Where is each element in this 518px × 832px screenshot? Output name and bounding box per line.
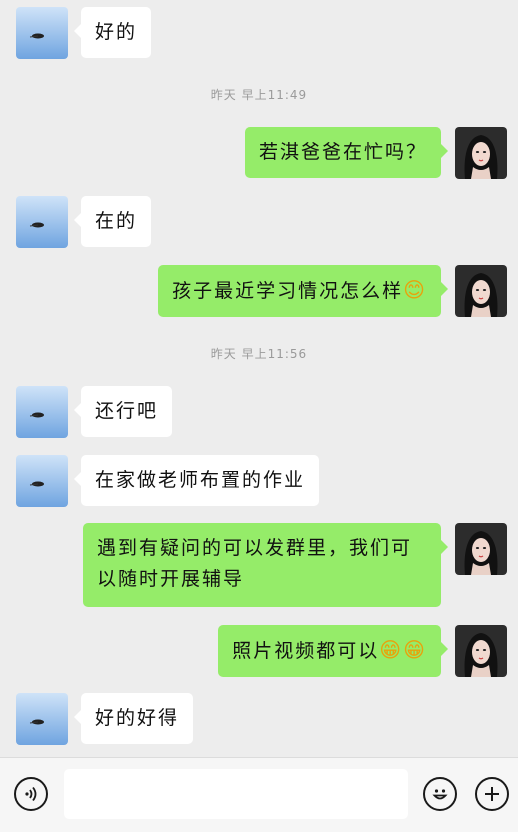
message-bubble[interactable]: 在家做老师布置的作业: [73, 455, 320, 506]
message-bubble[interactable]: 照片视频都可以😁😁: [218, 625, 448, 677]
timestamp: 昨天 早上11:56: [210, 347, 308, 361]
message-bubble[interactable]: 还行吧: [73, 386, 173, 437]
message-text: 若淇爸爸在忙吗？: [258, 141, 427, 163]
message-text: 还行吧: [95, 400, 159, 422]
message-text: 在的: [95, 210, 138, 232]
grin-emoji-icon: 😁😁: [379, 638, 427, 662]
message-received: 好的: [16, 7, 152, 59]
smile-emoji-icon: 😊: [403, 278, 427, 302]
contact-avatar[interactable]: [16, 7, 68, 59]
emoji-icon[interactable]: [423, 777, 457, 811]
message-sent: 照片视频都可以😁😁: [218, 625, 507, 677]
message-bubble[interactable]: 遇到有疑问的可以发群里，我们可以随时开展辅导: [83, 523, 448, 607]
my-avatar[interactable]: [455, 265, 507, 317]
message-bubble[interactable]: 在的: [73, 196, 152, 247]
message-received: 在家做老师布置的作业: [16, 455, 320, 507]
message-text: 遇到有疑问的可以发群里，我们可以随时开展辅导: [97, 537, 413, 590]
message-sent: 遇到有疑问的可以发群里，我们可以随时开展辅导: [83, 523, 507, 607]
message-input[interactable]: [64, 769, 408, 819]
contact-avatar[interactable]: [16, 455, 68, 507]
message-sent: 若淇爸爸在忙吗？: [244, 127, 507, 179]
message-bubble[interactable]: 若淇爸爸在忙吗？: [244, 127, 449, 178]
message-bubble[interactable]: 好的好得: [73, 693, 194, 744]
my-avatar[interactable]: [455, 127, 507, 179]
message-text: 在家做老师布置的作业: [95, 469, 306, 491]
timestamp: 昨天 早上11:49: [210, 88, 308, 102]
message-text: 好的好得: [95, 707, 180, 729]
input-toolbar: [0, 757, 518, 832]
chat-area[interactable]: 好的 昨天 早上11:49 若淇爸爸在忙吗？ 在的 孩子最近学习情况怎么样😊 昨…: [0, 0, 518, 757]
message-sent: 孩子最近学习情况怎么样😊: [158, 265, 507, 317]
message-bubble[interactable]: 孩子最近学习情况怎么样😊: [158, 265, 448, 317]
contact-avatar[interactable]: [16, 196, 68, 248]
message-text: 照片视频都可以: [232, 640, 380, 662]
contact-avatar[interactable]: [16, 693, 68, 745]
voice-icon[interactable]: [14, 777, 48, 811]
message-bubble[interactable]: 好的: [73, 7, 152, 58]
message-received: 在的: [16, 196, 152, 248]
message-text: 孩子最近学习情况怎么样: [172, 280, 404, 302]
message-received: 还行吧: [16, 386, 173, 438]
contact-avatar[interactable]: [16, 386, 68, 438]
my-avatar[interactable]: [455, 523, 507, 575]
message-text: 好的: [95, 21, 138, 43]
message-received: 好的好得: [16, 693, 194, 745]
plus-icon[interactable]: [475, 777, 509, 811]
my-avatar[interactable]: [455, 625, 507, 677]
